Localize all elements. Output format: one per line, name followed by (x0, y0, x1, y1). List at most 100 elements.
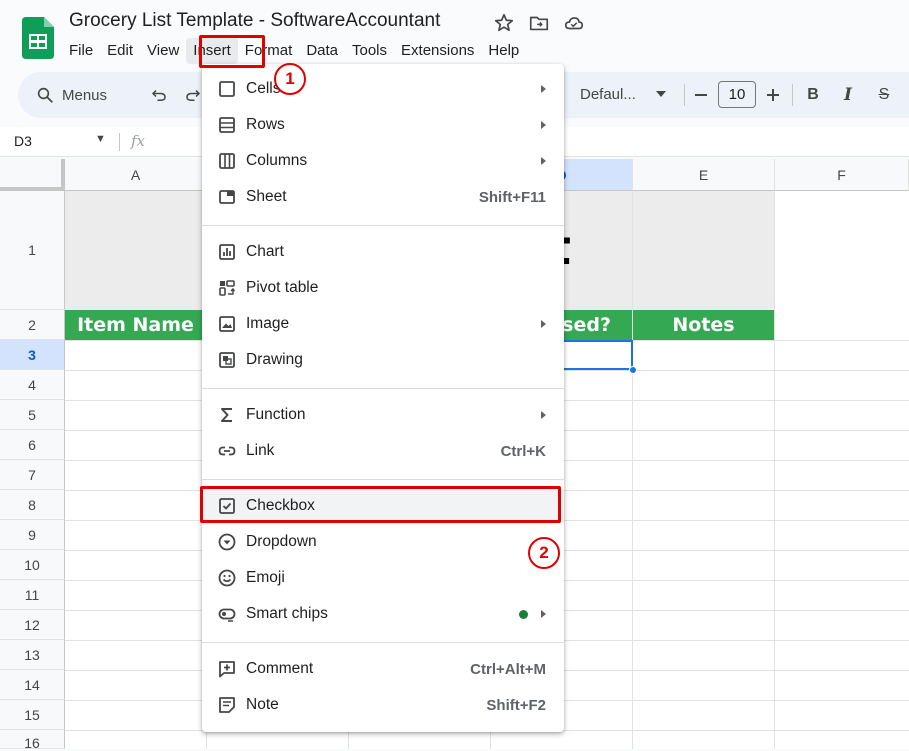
row-header-13[interactable]: 13 (0, 640, 65, 670)
shortcut-hint: Ctrl+Alt+M (470, 660, 546, 678)
row-header-9[interactable]: 9 (0, 520, 65, 550)
menus-search-label: Menus (62, 86, 108, 104)
menu-item-note[interactable]: Note Shift+F2 (202, 688, 564, 722)
font-size-input[interactable]: 10 (718, 81, 756, 108)
menu-item-label: Pivot table (246, 279, 319, 296)
caret-down-icon (656, 91, 666, 97)
toolbar-divider (684, 84, 685, 106)
minus-icon (695, 94, 707, 96)
menu-data[interactable]: Data (299, 38, 345, 64)
italic-button[interactable]: I (835, 82, 861, 108)
menu-item-function[interactable]: Function (202, 398, 564, 432)
menu-extensions[interactable]: Extensions (394, 38, 481, 64)
columns-icon (219, 153, 235, 169)
insert-menu: Cells Rows Columns Sheet Shift+F11 Chart… (202, 64, 564, 732)
fx-icon: fx (131, 132, 146, 150)
row-header-14[interactable]: 14 (0, 670, 65, 700)
row-header-5[interactable]: 5 (0, 400, 65, 430)
column-header-a[interactable]: A (65, 159, 207, 191)
menu-item-link[interactable]: Link Ctrl+K (202, 434, 564, 468)
menu-item-label: Chart (246, 243, 284, 260)
menu-item-label: Columns (246, 152, 308, 169)
row-header-7[interactable]: 7 (0, 460, 65, 490)
menu-divider (202, 388, 564, 389)
annotation-badge-1: 1 (274, 63, 306, 95)
sigma-icon (221, 408, 232, 422)
star-icon[interactable] (493, 12, 515, 34)
menu-item-sheet[interactable]: Sheet Shift+F11 (202, 180, 564, 214)
row-header-6[interactable]: 6 (0, 430, 65, 460)
menu-divider (202, 642, 564, 643)
menu-item-label: Rows (246, 116, 285, 133)
move-folder-icon[interactable] (528, 12, 550, 34)
annotation-box-insert (199, 35, 265, 68)
menu-item-drawing[interactable]: Drawing (202, 343, 564, 377)
row-header-1[interactable]: 1 (0, 191, 65, 310)
sheets-logo-icon[interactable] (22, 17, 54, 59)
select-all-corner[interactable] (0, 159, 65, 191)
row-header-4[interactable]: 4 (0, 370, 65, 400)
row-header-2[interactable]: 2 (0, 310, 65, 340)
menu-item-chart[interactable]: Chart (202, 235, 564, 269)
cloud-saved-icon[interactable] (563, 12, 585, 34)
row-header-10[interactable]: 10 (0, 550, 65, 580)
sheet-icon (219, 190, 235, 204)
menu-item-comment[interactable]: Comment Ctrl+Alt+M (202, 652, 564, 686)
menu-item-dropdown[interactable]: Dropdown (202, 525, 564, 559)
submenu-arrow-icon (541, 411, 546, 419)
row-header-15[interactable]: 15 (0, 700, 65, 730)
name-box-dropdown-icon[interactable]: ▼ (95, 133, 106, 145)
menus-search-button[interactable]: Menus (24, 80, 136, 110)
menu-item-columns[interactable]: Columns (202, 144, 564, 178)
menu-item-emoji[interactable]: Emoji (202, 561, 564, 595)
submenu-arrow-icon (541, 121, 546, 129)
row-header-11[interactable]: 11 (0, 580, 65, 610)
grid-line (632, 191, 633, 749)
strikethrough-button[interactable]: S (871, 82, 897, 108)
menu-view[interactable]: View (140, 38, 186, 64)
menu-item-smart-chips[interactable]: Smart chips (202, 597, 564, 631)
menu-item-rows[interactable]: Rows (202, 108, 564, 142)
cell-e2-notes[interactable]: Notes (633, 310, 774, 340)
menu-item-label: Smart chips (246, 605, 328, 622)
submenu-arrow-icon (541, 85, 546, 93)
shortcut-hint: Shift+F2 (486, 696, 546, 714)
menu-item-cells[interactable]: Cells (202, 72, 564, 106)
menu-item-image[interactable]: Image (202, 307, 564, 341)
column-header-e[interactable]: E (633, 159, 775, 191)
font-family-value: Defaul... (580, 85, 636, 103)
decrease-font-size-button[interactable] (688, 82, 714, 108)
search-icon (37, 87, 53, 103)
selected-cell-d3[interactable] (563, 340, 633, 370)
new-feature-dot (519, 609, 528, 619)
menu-edit[interactable]: Edit (100, 38, 140, 64)
undo-button[interactable] (146, 82, 172, 108)
name-box[interactable]: D3 (14, 133, 32, 149)
fill-handle[interactable] (629, 366, 637, 374)
smart-chips-icon (218, 608, 236, 622)
font-family-select[interactable]: Defaul... (580, 80, 670, 108)
row-header-12[interactable]: 12 (0, 610, 65, 640)
row-header-8[interactable]: 8 (0, 490, 65, 520)
annotation-box-checkbox (200, 486, 561, 523)
increase-font-size-button[interactable] (760, 82, 786, 108)
submenu-arrow-icon (541, 610, 546, 618)
menu-item-pivot-table[interactable]: Pivot table (202, 271, 564, 305)
cell-a2-item-name[interactable]: Item Name (65, 310, 206, 340)
chart-icon (219, 244, 235, 260)
menu-divider (202, 225, 564, 226)
row-header-16[interactable]: 16 (0, 730, 65, 751)
document-title[interactable]: Grocery List Template - SoftwareAccounta… (69, 10, 440, 32)
menu-help[interactable]: Help (481, 38, 526, 64)
column-header-f[interactable]: F (775, 159, 909, 191)
redo-icon (186, 89, 201, 101)
row-header-3[interactable]: 3 (0, 340, 65, 370)
bold-button[interactable]: B (800, 82, 826, 108)
annotation-badge-2: 2 (528, 537, 560, 569)
menu-tools[interactable]: Tools (345, 38, 394, 64)
cells-icon (219, 81, 235, 97)
menu-file[interactable]: File (62, 38, 100, 64)
menu-bar: File Edit View Insert Format Data Tools … (62, 38, 526, 64)
plus-icon (767, 89, 779, 101)
menu-item-label: Function (246, 406, 306, 423)
